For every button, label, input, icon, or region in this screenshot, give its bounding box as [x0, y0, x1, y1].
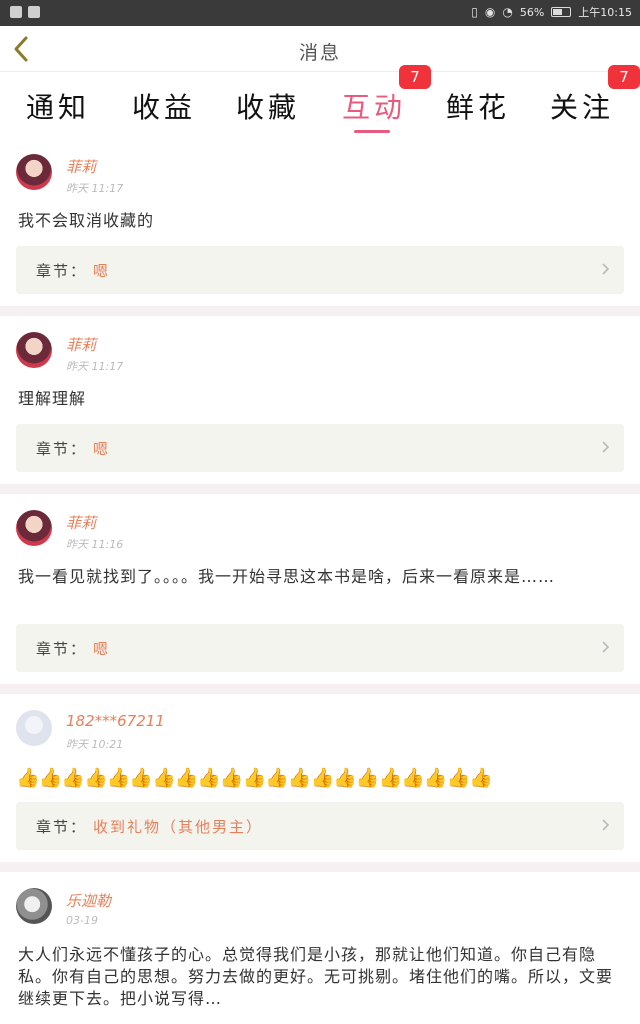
- chapter-name: 收到礼物（其他男主）: [93, 818, 264, 836]
- avatar[interactable]: [16, 510, 52, 546]
- message-card: 菲莉 昨天 11:17 我不会取消收藏的 章节： 嗯: [0, 138, 640, 306]
- tab-earnings[interactable]: 收益: [132, 86, 196, 126]
- chevron-right-icon: [602, 819, 610, 831]
- tab-follows[interactable]: 关注: [550, 86, 614, 126]
- message-card: 菲莉 昨天 11:16 我一看见就找到了。。。。我一开始寻思这本书是啥，后来一看…: [0, 494, 640, 684]
- message-text: 我不会取消收藏的: [18, 211, 155, 230]
- system-status: ▯ ◉ ◔ 56% 上午10:15: [471, 4, 632, 20]
- eye-icon: ◉: [484, 5, 496, 19]
- message-text: 大人们永远不懂孩子的心。总觉得我们是小孩，那就让他们知道。你自己有隐私。你有自己…: [18, 945, 614, 1008]
- chapter-link[interactable]: 章节： 收到礼物（其他男主）: [16, 802, 624, 850]
- chevron-right-icon: [602, 641, 610, 653]
- chapter-name: 嗯: [93, 640, 111, 658]
- tab-flowers[interactable]: 鲜花: [446, 86, 510, 126]
- avatar[interactable]: [16, 332, 52, 368]
- wifi-icon: ◔: [502, 5, 513, 19]
- chevron-right-icon: [602, 263, 610, 275]
- message-card: 菲莉 昨天 11:17 理解理解 章节： 嗯: [0, 316, 640, 484]
- message-text: 👍👍👍👍👍👍👍👍👍👍👍👍👍👍👍👍👍👍👍👍👍: [16, 767, 493, 789]
- username[interactable]: 菲莉: [66, 334, 96, 355]
- title-bar: 消息: [0, 26, 640, 72]
- tab-interactions[interactable]: 互动: [342, 86, 406, 126]
- username[interactable]: 菲莉: [66, 156, 96, 177]
- divider: [0, 862, 640, 872]
- username[interactable]: 菲莉: [66, 512, 96, 533]
- battery-level: [553, 9, 563, 15]
- divider: [0, 684, 640, 694]
- timestamp: 昨天 11:17: [66, 360, 124, 373]
- chapter-label: 章节：: [36, 818, 88, 836]
- chapter-link[interactable]: 章节： 嗯: [16, 424, 624, 472]
- message-text: 理解理解: [18, 389, 87, 408]
- status-bar: ▯ ◉ ◔ 56% 上午10:15: [0, 0, 640, 26]
- avatar[interactable]: [16, 888, 52, 924]
- timestamp: 昨天 11:16: [66, 538, 124, 551]
- app-notification-icon: [28, 6, 40, 18]
- chapter-label: 章节：: [36, 440, 88, 458]
- tab-follows-badge: 7: [608, 65, 640, 89]
- active-tab-indicator: [354, 130, 390, 133]
- chapter-link[interactable]: 章节： 嗯: [16, 624, 624, 672]
- page-title: 消息: [298, 42, 341, 64]
- clock: 上午10:15: [578, 6, 632, 19]
- chevron-right-icon: [602, 441, 610, 453]
- vibrate-icon: ▯: [471, 5, 478, 19]
- timestamp: 昨天 10:21: [66, 738, 124, 751]
- chapter-label: 章节：: [36, 262, 88, 280]
- avatar[interactable]: [16, 710, 52, 746]
- tab-notifications[interactable]: 通知: [26, 86, 90, 126]
- tab-favorites[interactable]: 收藏: [236, 86, 300, 126]
- notification-icons: [10, 6, 40, 18]
- username[interactable]: 乐迦勒: [66, 890, 111, 911]
- chapter-link[interactable]: 章节： 嗯: [16, 246, 624, 294]
- chapter-label: 章节：: [36, 640, 88, 658]
- timestamp: 昨天 11:17: [66, 182, 124, 195]
- battery-percent: 56%: [519, 5, 545, 19]
- username[interactable]: 182***67211: [66, 712, 165, 730]
- chapter-name: 嗯: [93, 262, 111, 280]
- tab-bar: 通知 收益 收藏 互动 鲜花 关注 7 7: [0, 65, 640, 138]
- avatar[interactable]: [16, 154, 52, 190]
- message-text: 我一看见就找到了。。。。我一开始寻思这本书是啥，后来一看原来是……: [18, 567, 556, 586]
- divider: [0, 306, 640, 316]
- tab-interactions-badge: 7: [399, 65, 431, 89]
- message-card: 乐迦勒 03-19 大人们永远不懂孩子的心。总觉得我们是小孩，那就让他们知道。你…: [0, 872, 640, 1024]
- divider: [0, 484, 640, 494]
- message-card: 182***67211 昨天 10:21 👍👍👍👍👍👍👍👍👍👍👍👍👍👍👍👍👍👍👍…: [0, 694, 640, 862]
- timestamp: 03-19: [66, 914, 98, 927]
- app-notification-icon: [10, 6, 22, 18]
- chapter-name: 嗯: [93, 440, 111, 458]
- battery-icon: [551, 7, 572, 17]
